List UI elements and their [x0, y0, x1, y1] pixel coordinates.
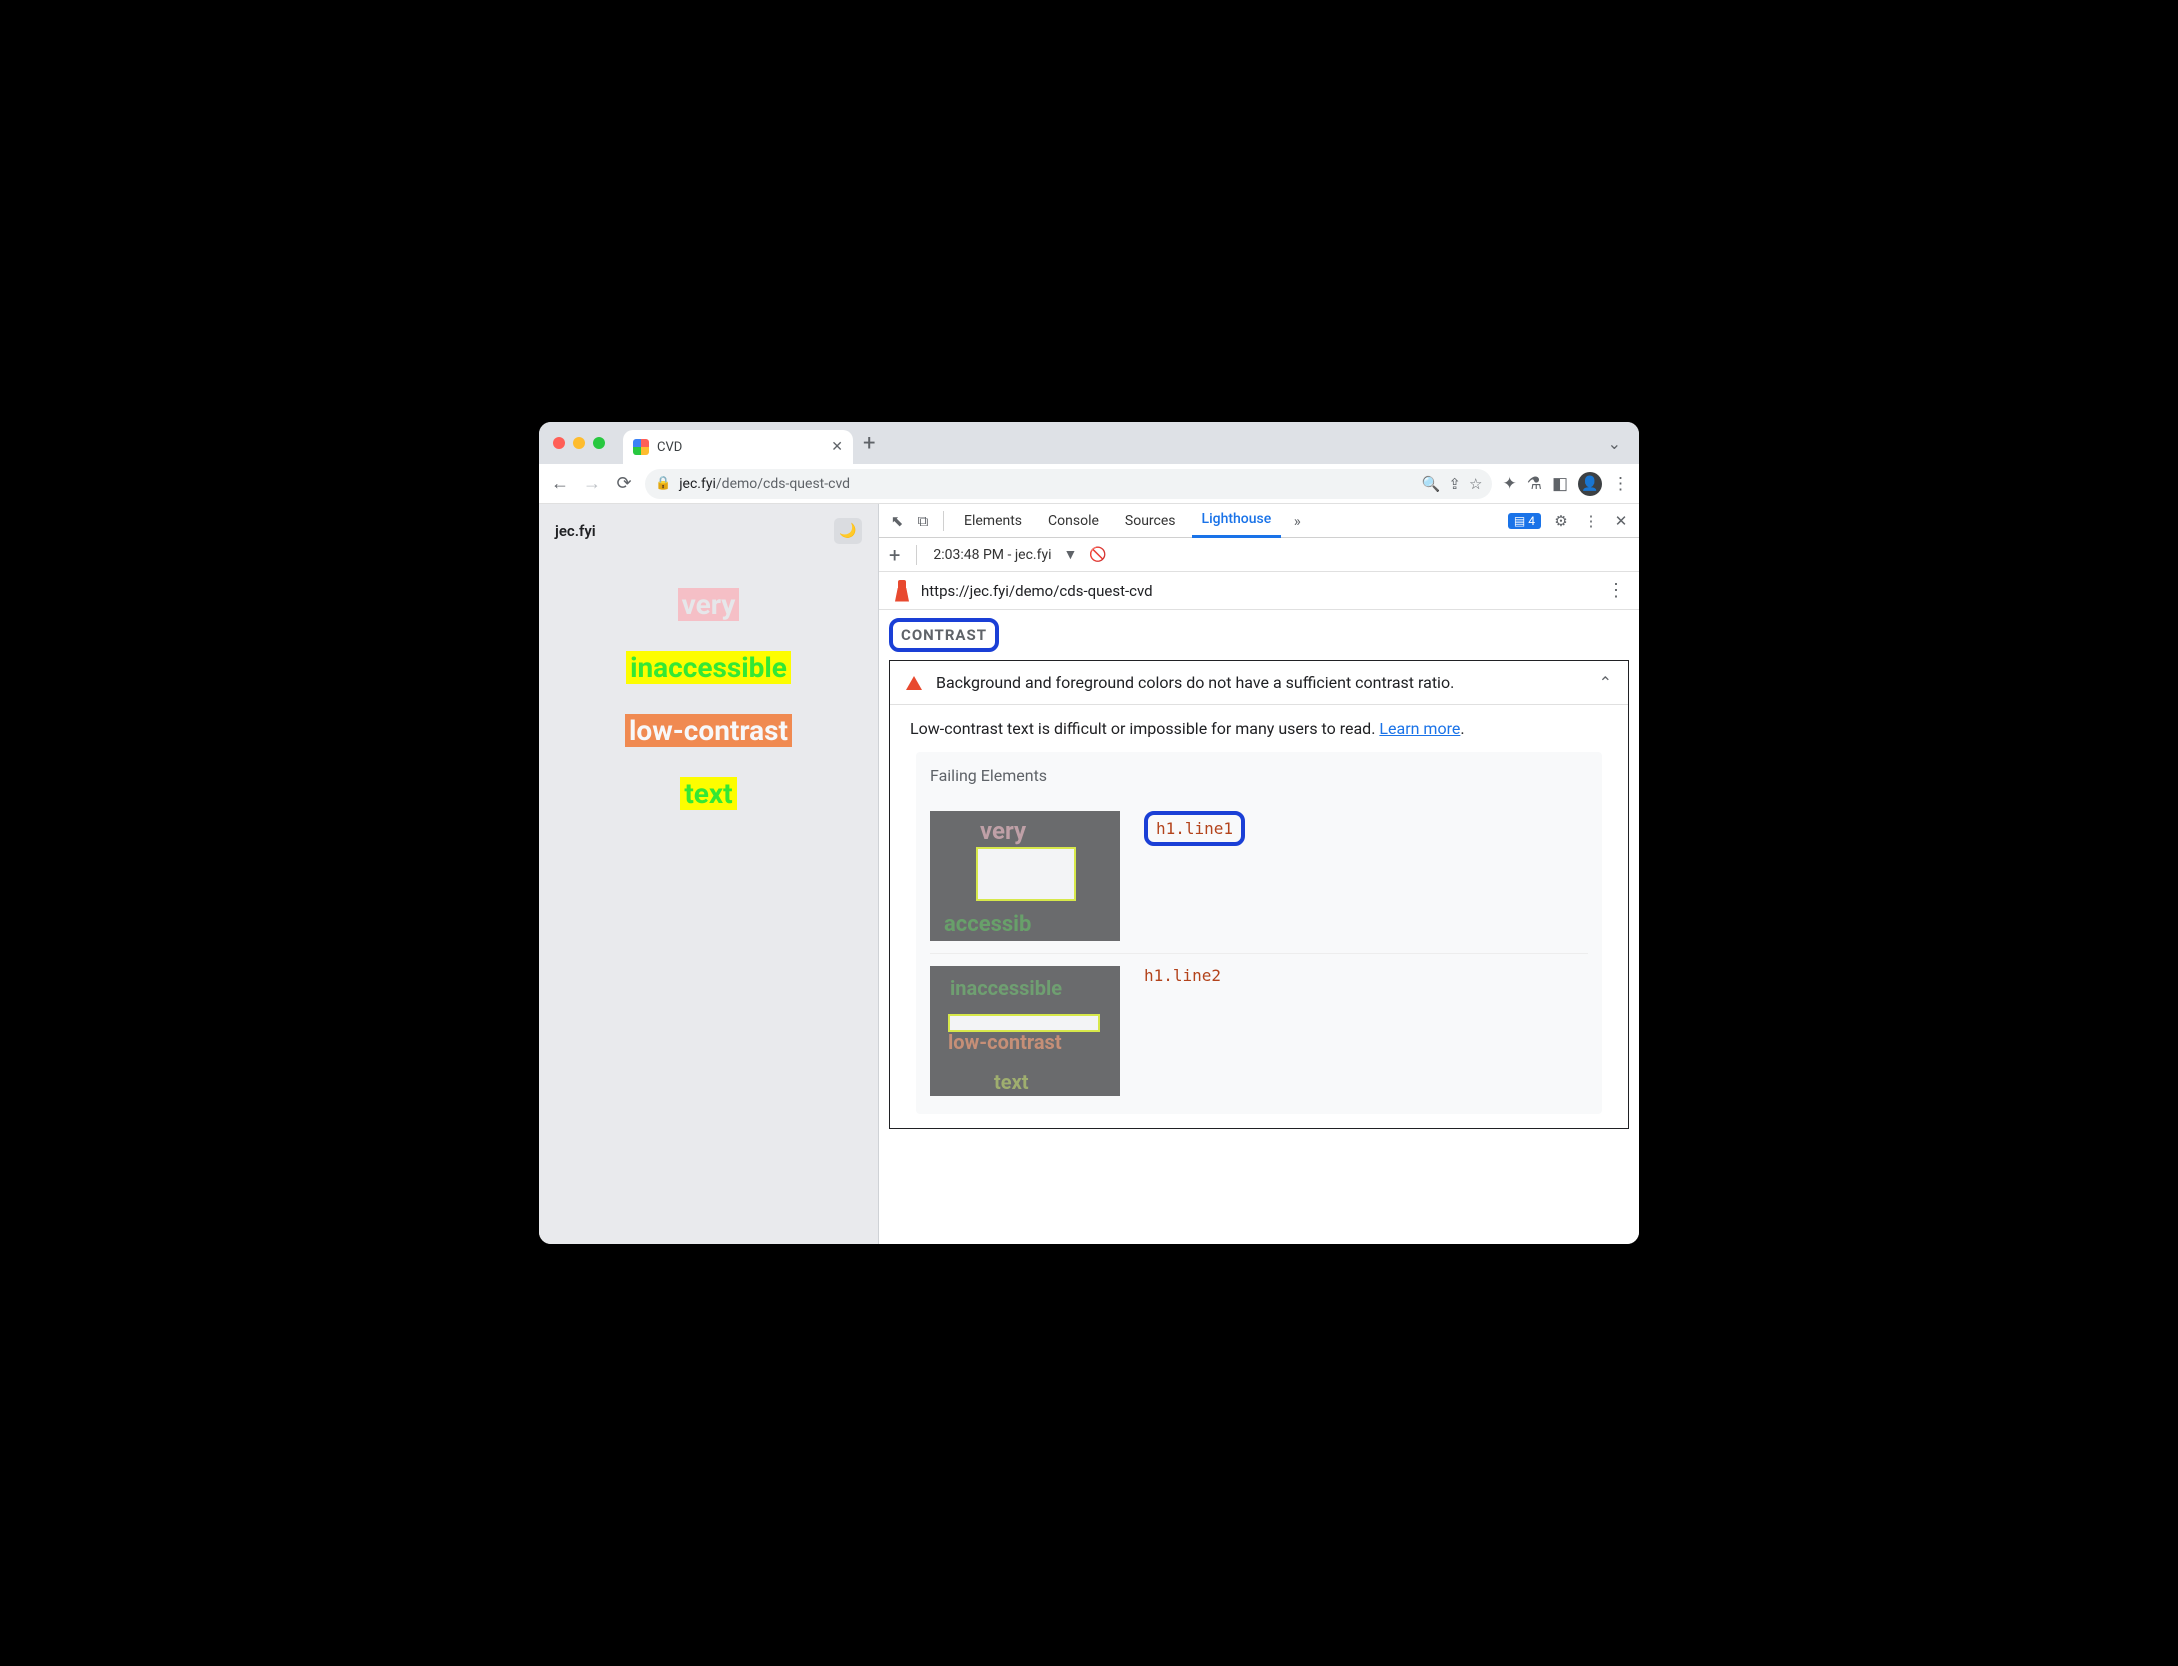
audit-header[interactable]: Background and foreground colors do not …: [890, 661, 1628, 705]
thumb-text: inaccessible: [950, 976, 1062, 1000]
settings-icon[interactable]: ⚙: [1551, 512, 1571, 530]
device-toggle-icon[interactable]: ⧉: [913, 512, 933, 530]
clear-report-button[interactable]: 🚫: [1089, 547, 1106, 563]
audit-title: Background and foreground colors do not …: [936, 673, 1454, 692]
audit-description-end: .: [1460, 719, 1464, 738]
report-url: https://jec.fyi/demo/cds-quest-cvd: [921, 582, 1153, 600]
browser-window: CVD ✕ + ⌄ ← → ⟳ 🔒 jec.fyi/demo/cds-quest…: [539, 422, 1639, 1244]
report-run-label: 2:03:48 PM - jec.fyi: [933, 547, 1051, 563]
close-tab-button[interactable]: ✕: [831, 439, 843, 455]
inspect-icon[interactable]: ⬉: [887, 512, 907, 530]
page-header: jec.fyi 🌙: [539, 504, 878, 558]
audit-card: Background and foreground colors do not …: [889, 660, 1629, 1129]
window-controls: [553, 437, 605, 449]
tab-elements[interactable]: Elements: [954, 504, 1032, 538]
failing-heading: Failing Elements: [930, 766, 1588, 785]
thumb-text: accessib: [944, 912, 1031, 937]
reload-button[interactable]: ⟳: [613, 473, 635, 494]
address-bar[interactable]: 🔒 jec.fyi/demo/cds-quest-cvd 🔍 ⇪ ☆: [645, 469, 1492, 499]
theme-toggle-button[interactable]: 🌙: [834, 518, 862, 544]
tabs-dropdown-button[interactable]: ⌄: [1608, 434, 1621, 453]
url-domain: jec.fyi: [679, 476, 716, 492]
lighthouse-body: CONTRAST Background and foreground color…: [879, 610, 1639, 1139]
lock-icon: 🔒: [655, 476, 671, 491]
word-inaccessible: inaccessible: [626, 651, 791, 684]
devtools-menu-button[interactable]: ⋮: [1581, 512, 1601, 530]
close-devtools-button[interactable]: ✕: [1611, 512, 1631, 530]
forward-button[interactable]: →: [581, 473, 603, 494]
tab-sources[interactable]: Sources: [1115, 504, 1186, 538]
report-menu-button[interactable]: ⋮: [1607, 580, 1625, 601]
devtools-tabs: ⬉ ⧉ Elements Console Sources Lighthouse …: [879, 504, 1639, 538]
new-tab-button[interactable]: +: [863, 431, 875, 456]
audit-description: Low-contrast text is difficult or imposs…: [910, 719, 1379, 738]
zoom-icon[interactable]: 🔍: [1422, 475, 1441, 493]
lighthouse-icon: [893, 580, 911, 602]
back-button[interactable]: ←: [549, 473, 571, 494]
failing-item[interactable]: inaccessible low-contrast text h1.line2: [930, 953, 1588, 1108]
side-panel-icon[interactable]: ◧: [1552, 474, 1568, 494]
devtools-panel: ⬉ ⧉ Elements Console Sources Lighthouse …: [879, 504, 1639, 1244]
tab-title: CVD: [657, 440, 823, 455]
element-selector: h1.line2: [1144, 966, 1221, 985]
site-title: jec.fyi: [555, 522, 596, 540]
browser-tab[interactable]: CVD ✕: [623, 430, 853, 464]
separator: [943, 511, 944, 531]
labs-icon[interactable]: ⚗: [1527, 474, 1542, 494]
share-icon[interactable]: ⇪: [1448, 475, 1461, 493]
thumb-text: text: [994, 1070, 1029, 1094]
more-tabs-button[interactable]: »: [1287, 512, 1307, 530]
rendered-page: jec.fyi 🌙 very inaccessible low-contrast…: [539, 504, 879, 1244]
profile-avatar[interactable]: 👤: [1578, 472, 1602, 496]
demo-words: very inaccessible low-contrast text: [539, 588, 878, 810]
element-thumbnail: very accessib: [930, 811, 1120, 941]
warning-icon: [906, 676, 922, 690]
tab-lighthouse[interactable]: Lighthouse: [1192, 504, 1282, 538]
report-url-bar: https://jec.fyi/demo/cds-quest-cvd ⋮: [879, 572, 1639, 610]
highlight-box: [976, 847, 1076, 901]
message-icon: ▤: [1514, 514, 1525, 528]
content-area: jec.fyi 🌙 very inaccessible low-contrast…: [539, 504, 1639, 1244]
lighthouse-toolbar: + 2:03:48 PM - jec.fyi ▼ 🚫: [879, 538, 1639, 572]
report-dropdown-button[interactable]: ▼: [1064, 546, 1078, 563]
collapse-icon[interactable]: ⌃: [1599, 673, 1612, 692]
thumb-text: very: [980, 817, 1026, 845]
failing-elements: Failing Elements very accessib h1.line1: [916, 752, 1602, 1114]
audit-body: Low-contrast text is difficult or imposs…: [890, 705, 1628, 1128]
learn-more-link[interactable]: Learn more: [1379, 719, 1460, 738]
word-low-contrast: low-contrast: [625, 714, 792, 747]
maximize-window-button[interactable]: [593, 437, 605, 449]
favicon-icon: [633, 439, 649, 455]
minimize-window-button[interactable]: [573, 437, 585, 449]
bookmark-icon[interactable]: ☆: [1469, 475, 1482, 493]
extensions-icon[interactable]: ✦: [1502, 474, 1516, 494]
tab-console[interactable]: Console: [1038, 504, 1109, 538]
word-very: very: [678, 588, 740, 621]
moon-icon: 🌙: [839, 523, 856, 539]
browser-menu-button[interactable]: ⋮: [1612, 474, 1629, 494]
messages-count: 4: [1528, 514, 1535, 528]
url-path: /demo/cds-quest-cvd: [716, 476, 850, 492]
close-window-button[interactable]: [553, 437, 565, 449]
separator: [916, 545, 917, 565]
new-report-button[interactable]: +: [889, 543, 900, 567]
element-selector: h1.line1: [1144, 811, 1245, 846]
tab-bar: CVD ✕ + ⌄: [539, 422, 1639, 464]
browser-toolbar: ← → ⟳ 🔒 jec.fyi/demo/cds-quest-cvd 🔍 ⇪ ☆…: [539, 464, 1639, 504]
failing-item[interactable]: very accessib h1.line1: [930, 799, 1588, 953]
messages-badge[interactable]: ▤ 4: [1508, 513, 1541, 529]
element-thumbnail: inaccessible low-contrast text: [930, 966, 1120, 1096]
word-text: text: [680, 777, 736, 810]
section-label-contrast: CONTRAST: [889, 618, 999, 652]
